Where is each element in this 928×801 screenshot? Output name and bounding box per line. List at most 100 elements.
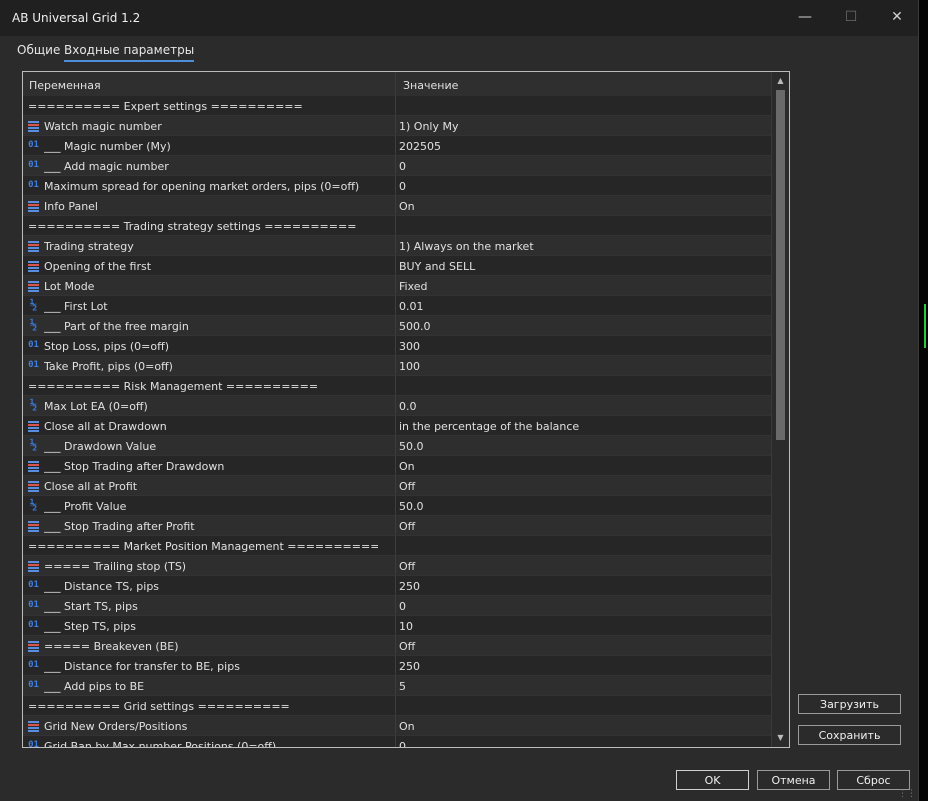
table-row[interactable]: 01 ___ Start TS, pips 0 (23, 596, 771, 616)
load-button[interactable]: Загрузить (798, 694, 901, 714)
table-row[interactable]: Info Panel On (23, 196, 771, 216)
table-row[interactable]: 01 ___ Magic number (My) 202505 (23, 136, 771, 156)
table-row[interactable]: ½ Max Lot EA (0=off) 0.0 (23, 396, 771, 416)
parameter-value[interactable]: 0 (399, 600, 769, 613)
table-body: ========== Expert settings ========== Wat… (23, 96, 771, 748)
enum-type-icon (27, 519, 40, 532)
column-header-variable[interactable]: Переменная (29, 79, 101, 92)
parameter-value[interactable]: 1) Always on the market (399, 240, 769, 253)
enum-type-icon (27, 479, 40, 492)
table-row[interactable]: Opening of the first BUY and SELL (23, 256, 771, 276)
tab-general[interactable]: Общие (17, 43, 60, 57)
vertical-scrollbar[interactable]: ▲ ▼ (771, 72, 789, 747)
integer-type-icon: 01 (28, 180, 39, 190)
table-row[interactable]: 01 Maximum spread for opening market orde… (23, 176, 771, 196)
parameter-value[interactable]: 0.01 (399, 300, 769, 313)
parameter-name: Take Profit, pips (0=off) (44, 360, 173, 373)
minimize-icon[interactable]: — (797, 9, 813, 25)
parameter-value[interactable]: 5 (399, 680, 769, 693)
integer-type-icon: 01 (28, 600, 39, 610)
parameter-name: ===== Breakeven (BE) (44, 640, 179, 653)
parameter-name: ___ First Lot (44, 300, 108, 313)
parameter-value[interactable]: in the percentage of the balance (399, 420, 769, 433)
integer-type-icon: 01 (28, 660, 39, 670)
parameter-value[interactable]: 0.0 (399, 400, 769, 413)
parameter-value[interactable]: 250 (399, 660, 769, 673)
enum-type-icon (27, 199, 40, 212)
table-row[interactable]: ___ Stop Trading after Drawdown On (23, 456, 771, 476)
parameter-name: Info Panel (44, 200, 98, 213)
table-row[interactable]: Trading strategy 1) Always on the market (23, 236, 771, 256)
parameter-name: ========== Market Position Management ==… (28, 540, 378, 553)
table-row[interactable]: 01 Stop Loss, pips (0=off) 300 (23, 336, 771, 356)
section-row: ========== Grid settings ========== (23, 696, 771, 716)
parameter-value[interactable]: Off (399, 520, 769, 533)
ok-button[interactable]: OK (676, 770, 749, 790)
double-type-icon: ½ (29, 298, 38, 312)
table-row[interactable]: 01 ___ Distance for transfer to BE, pips 2… (23, 656, 771, 676)
integer-type-icon: 01 (28, 140, 39, 150)
table-row[interactable]: Grid New Orders/Positions On (23, 716, 771, 736)
scrollbar-thumb[interactable] (776, 90, 785, 440)
parameter-name: ___ Distance TS, pips (44, 580, 160, 593)
parameter-value[interactable]: 100 (399, 360, 769, 373)
parameter-name: ___ Stop Trading after Drawdown (44, 460, 225, 473)
parameter-value[interactable]: 1) Only My (399, 120, 769, 133)
parameter-value[interactable]: 0 (399, 180, 769, 193)
parameter-value[interactable]: On (399, 720, 769, 733)
table-row[interactable]: 01 Grid Ban by Max number Positions (0=of… (23, 736, 771, 748)
parameter-value[interactable]: 50.0 (399, 500, 769, 513)
scroll-up-icon[interactable]: ▲ (772, 74, 789, 88)
chart-background (918, 0, 928, 801)
table-row[interactable]: Watch magic number 1) Only My (23, 116, 771, 136)
table-row[interactable]: ===== Trailing stop (TS) Off (23, 556, 771, 576)
parameter-value[interactable]: On (399, 200, 769, 213)
parameter-name: ___ Profit Value (44, 500, 127, 513)
enum-type-icon (27, 239, 40, 252)
resize-grip-icon[interactable]: ⋮⋮ (898, 789, 916, 799)
parameter-value[interactable]: 300 (399, 340, 769, 353)
table-row[interactable]: 01 ___ Add pips to BE 5 (23, 676, 771, 696)
save-button[interactable]: Сохранить (798, 725, 901, 745)
parameter-name: ___ Magic number (My) (44, 140, 171, 153)
table-row[interactable]: ½ ___ Drawdown Value 50.0 (23, 436, 771, 456)
table-row[interactable]: 01 ___ Add magic number 0 (23, 156, 771, 176)
parameter-value[interactable]: 0 (399, 160, 769, 173)
integer-type-icon: 01 (28, 340, 39, 350)
parameter-value[interactable]: Off (399, 560, 769, 573)
table-row[interactable]: Close all at Drawdown in the percentage o… (23, 416, 771, 436)
parameter-value[interactable]: 500.0 (399, 320, 769, 333)
close-icon[interactable]: ✕ (889, 9, 905, 25)
cancel-button[interactable]: Отмена (757, 770, 830, 790)
parameter-value[interactable]: 0 (399, 740, 769, 747)
table-row[interactable]: Close all at Profit Off (23, 476, 771, 496)
parameter-name: ___ Step TS, pips (44, 620, 136, 633)
tab-input-parameters[interactable]: Входные параметры (64, 43, 195, 62)
parameter-value[interactable]: 50.0 (399, 440, 769, 453)
parameter-value[interactable]: Off (399, 640, 769, 653)
parameter-value[interactable]: 10 (399, 620, 769, 633)
table-row[interactable]: ½ ___ Part of the free margin 500.0 (23, 316, 771, 336)
parameter-value[interactable]: 250 (399, 580, 769, 593)
settings-dialog: AB Universal Grid 1.2 — ☐ ✕ Общие Входны… (0, 0, 919, 801)
table-row[interactable]: ½ ___ Profit Value 50.0 (23, 496, 771, 516)
parameter-value[interactable]: BUY and SELL (399, 260, 769, 273)
table-row[interactable]: 01 Take Profit, pips (0=off) 100 (23, 356, 771, 376)
table-row[interactable]: ___ Stop Trading after Profit Off (23, 516, 771, 536)
parameter-value[interactable]: Off (399, 480, 769, 493)
parameter-name: ___ Drawdown Value (44, 440, 157, 453)
table-row[interactable]: ½ ___ First Lot 0.01 (23, 296, 771, 316)
table-row[interactable]: ===== Breakeven (BE) Off (23, 636, 771, 656)
parameter-value[interactable]: On (399, 460, 769, 473)
reset-button[interactable]: Сброс (837, 770, 910, 790)
table-row[interactable]: 01 ___ Step TS, pips 10 (23, 616, 771, 636)
section-row: ========== Market Position Management ==… (23, 536, 771, 556)
parameter-name: Grid Ban by Max number Positions (0=off) (44, 740, 277, 748)
column-header-value[interactable]: Значение (403, 79, 458, 92)
parameter-value[interactable]: Fixed (399, 280, 769, 293)
table-row[interactable]: Lot Mode Fixed (23, 276, 771, 296)
table-row[interactable]: 01 ___ Distance TS, pips 250 (23, 576, 771, 596)
parameter-value[interactable]: 202505 (399, 140, 769, 153)
scroll-down-icon[interactable]: ▼ (772, 731, 789, 745)
enum-type-icon (27, 559, 40, 572)
